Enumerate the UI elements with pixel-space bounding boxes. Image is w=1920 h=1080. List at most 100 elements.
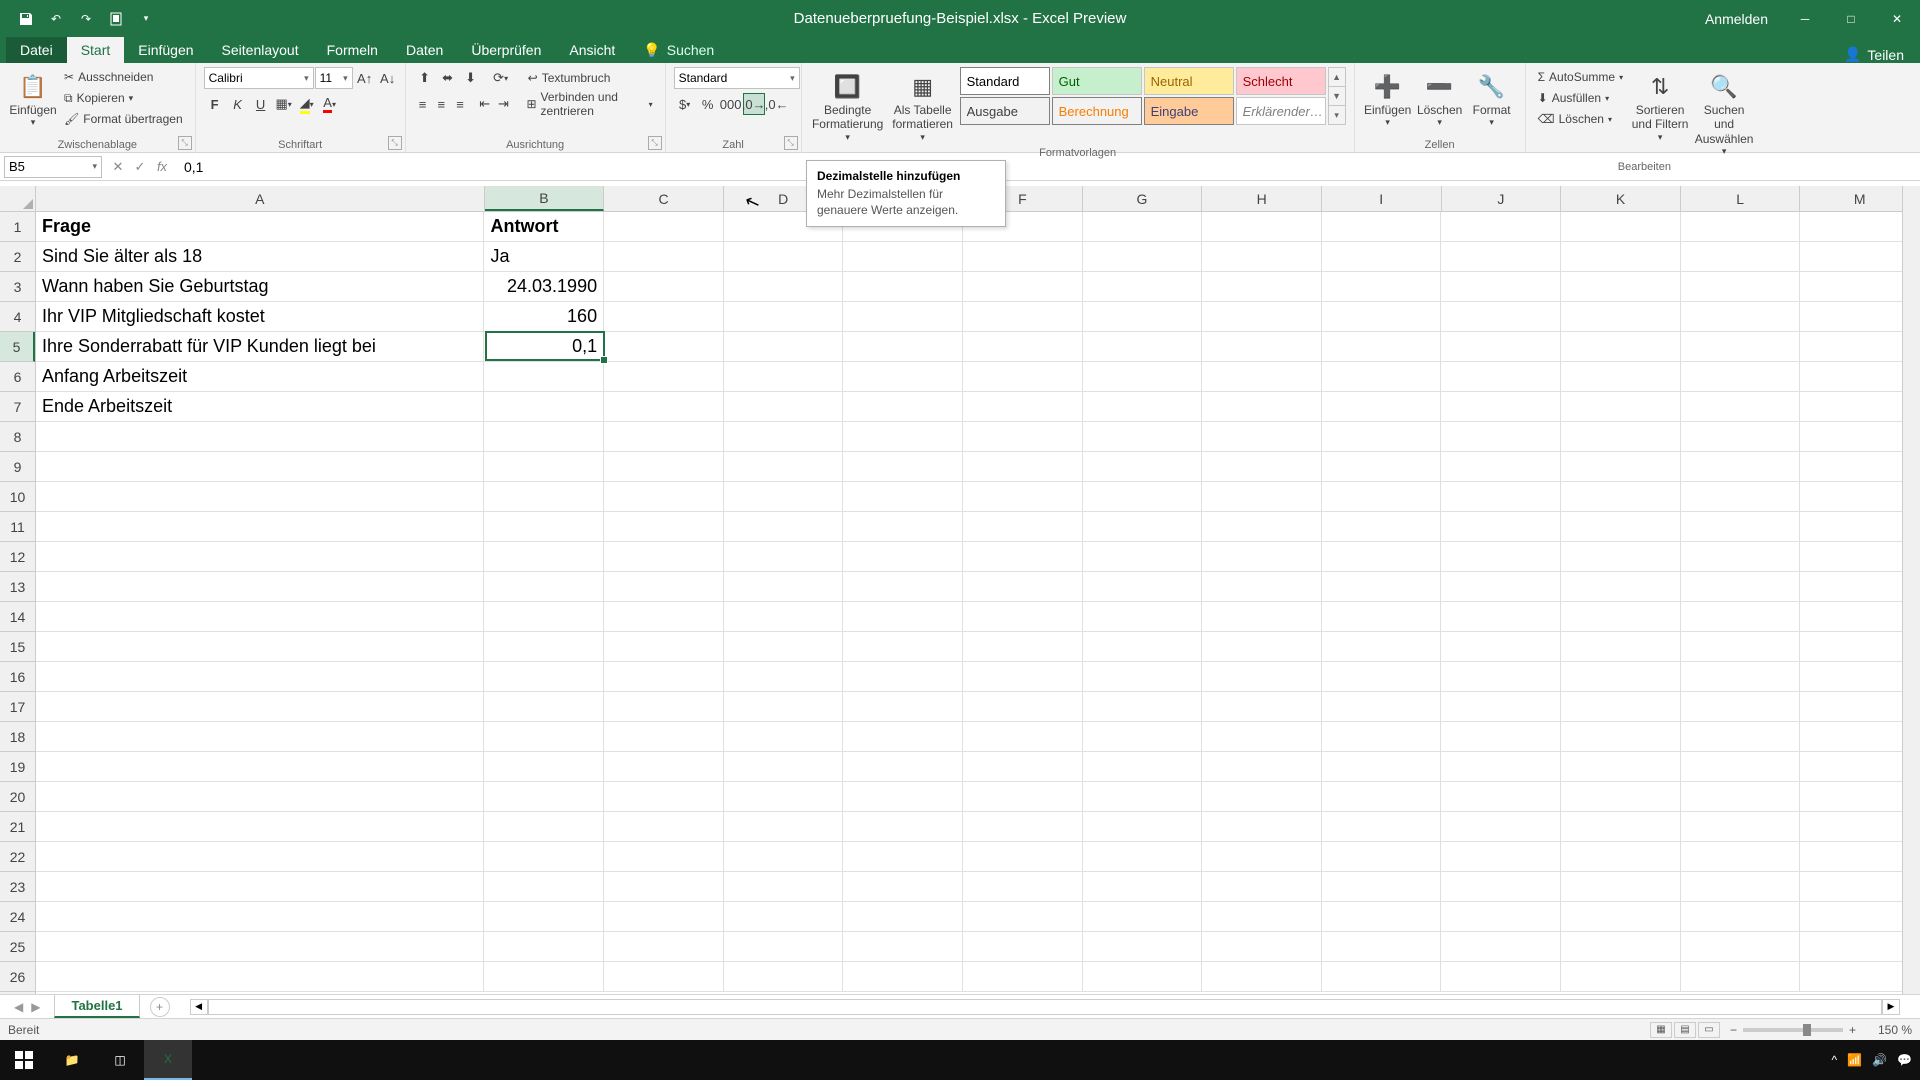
cell[interactable] — [604, 812, 724, 842]
cell[interactable] — [843, 452, 963, 482]
cell[interactable] — [1441, 512, 1561, 542]
row-header[interactable]: 5 — [0, 332, 35, 362]
cell[interactable] — [1561, 602, 1681, 632]
cell[interactable] — [1322, 422, 1442, 452]
cell[interactable] — [484, 722, 604, 752]
cell[interactable] — [1561, 332, 1681, 362]
percent-icon[interactable]: % — [697, 93, 719, 115]
cell[interactable] — [604, 422, 724, 452]
cell[interactable] — [1202, 692, 1322, 722]
cell[interactable] — [1083, 362, 1203, 392]
cell[interactable] — [963, 932, 1083, 962]
cell[interactable] — [1681, 332, 1801, 362]
vertical-scrollbar[interactable] — [1902, 186, 1920, 994]
cell[interactable] — [1441, 332, 1561, 362]
tray-chevron-icon[interactable]: ^ — [1832, 1053, 1838, 1067]
decrease-font-icon[interactable]: A↓ — [377, 67, 399, 89]
cell[interactable] — [843, 542, 963, 572]
format-as-table-button[interactable]: ▦Als Tabelle formatieren▾ — [888, 67, 958, 147]
row-header[interactable]: 12 — [0, 542, 35, 572]
cell[interactable] — [484, 962, 604, 992]
sheet-tab[interactable]: Tabelle1 — [54, 995, 139, 1018]
style-cell[interactable]: Schlecht — [1236, 67, 1326, 95]
cell[interactable] — [604, 482, 724, 512]
cell[interactable] — [484, 632, 604, 662]
cell[interactable] — [36, 662, 484, 692]
tab-überprüfen[interactable]: Überprüfen — [457, 37, 555, 63]
cell[interactable] — [1561, 752, 1681, 782]
cell[interactable] — [1561, 812, 1681, 842]
cell[interactable] — [963, 572, 1083, 602]
gallery-scroll[interactable]: ▲▼▾ — [1328, 67, 1346, 125]
row-header[interactable]: 10 — [0, 482, 35, 512]
cell[interactable] — [963, 752, 1083, 782]
cell[interactable] — [36, 782, 484, 812]
cell[interactable] — [1441, 602, 1561, 632]
cell[interactable] — [604, 302, 724, 332]
cell[interactable] — [1441, 392, 1561, 422]
cell[interactable] — [484, 602, 604, 632]
column-header[interactable]: I — [1322, 186, 1442, 211]
cell[interactable] — [484, 392, 604, 422]
cell[interactable] — [36, 602, 484, 632]
cell[interactable] — [1202, 272, 1322, 302]
cell[interactable] — [484, 812, 604, 842]
cell[interactable] — [604, 662, 724, 692]
cell[interactable] — [1322, 482, 1442, 512]
cell[interactable] — [1322, 302, 1442, 332]
cell[interactable] — [1202, 872, 1322, 902]
cell[interactable] — [1561, 362, 1681, 392]
cell[interactable] — [1681, 542, 1801, 572]
cell[interactable] — [604, 932, 724, 962]
wrap-text-button[interactable]: ↩Textumbruch — [524, 68, 615, 88]
cell[interactable] — [963, 482, 1083, 512]
clear-button[interactable]: ⌫Löschen▾ — [1534, 109, 1627, 129]
fx-icon[interactable]: fx — [152, 159, 172, 175]
cell[interactable] — [843, 572, 963, 602]
cell[interactable] — [604, 782, 724, 812]
row-header[interactable]: 2 — [0, 242, 35, 272]
zoom-control[interactable]: −+ 150 % — [1730, 1023, 1912, 1037]
dialog-launcher-icon[interactable]: ⤡ — [178, 136, 192, 150]
row-header[interactable]: 6 — [0, 362, 35, 392]
cell[interactable] — [1322, 272, 1442, 302]
cell[interactable] — [963, 782, 1083, 812]
style-cell[interactable]: Neutral — [1144, 67, 1234, 95]
cell[interactable] — [1441, 962, 1561, 992]
cell[interactable] — [1441, 242, 1561, 272]
cell[interactable] — [1561, 872, 1681, 902]
cell[interactable] — [1202, 392, 1322, 422]
cell[interactable]: Frage — [36, 212, 484, 242]
cell[interactable] — [1322, 962, 1442, 992]
cell[interactable] — [604, 212, 724, 242]
cell[interactable] — [1441, 932, 1561, 962]
cell[interactable] — [1202, 362, 1322, 392]
cell[interactable] — [1202, 662, 1322, 692]
cell[interactable] — [1083, 482, 1203, 512]
format-cells-button[interactable]: 🔧Format▾ — [1467, 67, 1517, 132]
task-view-icon[interactable]: ◫ — [96, 1040, 144, 1080]
italic-button[interactable]: K — [227, 93, 249, 115]
cell[interactable]: Ihre Sonderrabatt für VIP Kunden liegt b… — [36, 332, 484, 362]
cell[interactable] — [1083, 572, 1203, 602]
cell[interactable] — [1322, 452, 1442, 482]
style-cell[interactable]: Gut — [1052, 67, 1142, 95]
cut-button[interactable]: ✂Ausschneiden — [60, 67, 187, 87]
cell[interactable] — [1441, 272, 1561, 302]
cell[interactable] — [1441, 812, 1561, 842]
cell[interactable] — [484, 542, 604, 572]
save-icon[interactable] — [12, 5, 40, 33]
cell[interactable] — [1322, 932, 1442, 962]
cancel-formula-icon[interactable]: ✕ — [108, 159, 128, 175]
cell[interactable] — [963, 392, 1083, 422]
cell[interactable] — [843, 932, 963, 962]
cell[interactable] — [1441, 722, 1561, 752]
cell[interactable] — [1202, 842, 1322, 872]
cell[interactable] — [1681, 602, 1801, 632]
row-header[interactable]: 14 — [0, 602, 35, 632]
cell[interactable] — [724, 572, 844, 602]
column-header[interactable]: K — [1561, 186, 1681, 211]
row-header[interactable]: 26 — [0, 962, 35, 992]
enter-formula-icon[interactable]: ✓ — [130, 159, 150, 175]
cell[interactable] — [963, 422, 1083, 452]
